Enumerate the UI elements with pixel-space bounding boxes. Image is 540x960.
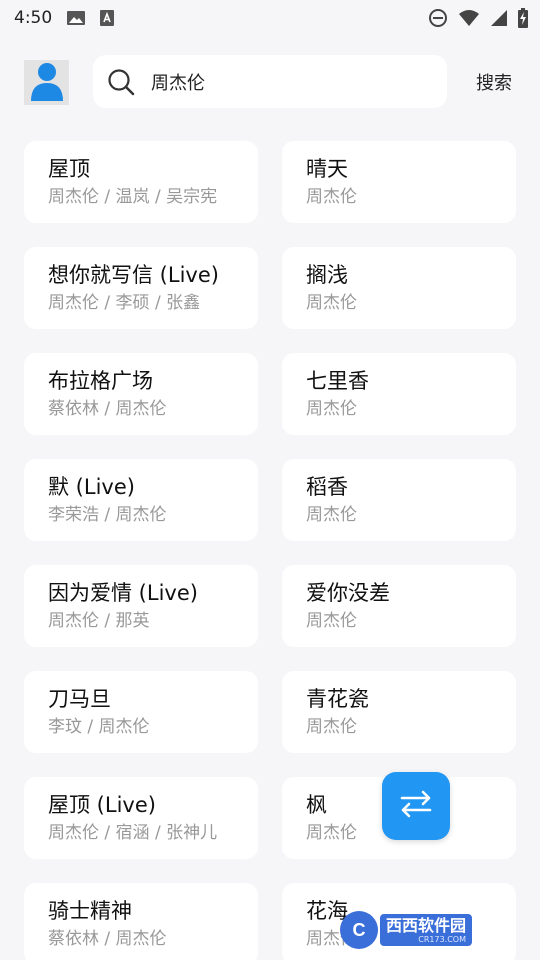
watermark-box: 西西软件园 CR173.COM xyxy=(380,914,473,946)
song-artist: 周杰伦 xyxy=(306,611,357,631)
song-title: 青花瓷 xyxy=(306,687,369,711)
watermark: C 西西软件园 CR173.COM xyxy=(340,910,522,950)
song-card[interactable]: 想你就写信 (Live) 周杰伦 / 李硕 / 张鑫 xyxy=(24,247,258,329)
avatar[interactable] xyxy=(24,60,69,105)
song-artist: 周杰伦 xyxy=(306,293,357,313)
watermark-text: 西西软件园 xyxy=(386,915,467,935)
song-card[interactable]: 七里香 周杰伦 xyxy=(282,353,516,435)
song-card[interactable]: 布拉格广场 蔡依林 / 周杰伦 xyxy=(24,353,258,435)
song-title: 稻香 xyxy=(306,475,348,499)
song-title: 屋顶 (Live) xyxy=(48,793,156,817)
song-title: 骑士精神 xyxy=(48,899,132,923)
wifi-icon xyxy=(458,9,480,27)
search-icon xyxy=(107,68,135,96)
song-artist: 周杰伦 xyxy=(306,717,357,737)
song-artist: 李荣浩 / 周杰伦 xyxy=(48,505,167,525)
song-artist: 周杰伦 / 李硕 / 张鑫 xyxy=(48,293,201,313)
swap-arrows-icon xyxy=(396,784,436,828)
song-artist: 蔡依林 / 周杰伦 xyxy=(48,399,167,419)
song-title: 晴天 xyxy=(306,157,348,181)
status-time: 4:50 xyxy=(14,8,53,28)
song-card[interactable]: 爱你没差 周杰伦 xyxy=(282,565,516,647)
song-artist: 蔡依林 / 周杰伦 xyxy=(48,929,167,949)
search-value: 周杰伦 xyxy=(151,72,205,94)
text-a-icon xyxy=(98,10,118,26)
song-title: 屋顶 xyxy=(48,157,90,181)
song-card[interactable]: 因为爱情 (Live) 周杰伦 / 那英 xyxy=(24,565,258,647)
song-artist: 周杰伦 xyxy=(306,399,357,419)
song-artist: 周杰伦 xyxy=(306,187,357,207)
song-title: 因为爱情 (Live) xyxy=(48,581,198,605)
status-bar: 4:50 xyxy=(0,0,540,36)
search-input[interactable]: 周杰伦 xyxy=(93,55,447,108)
song-card[interactable]: 刀马旦 李玟 / 周杰伦 xyxy=(24,671,258,753)
user-icon xyxy=(30,61,64,105)
battery-charging-icon xyxy=(518,8,528,28)
signal-icon xyxy=(490,9,508,27)
song-card[interactable]: 青花瓷 周杰伦 xyxy=(282,671,516,753)
song-title: 默 (Live) xyxy=(48,475,135,499)
song-card[interactable]: 骑士精神 蔡依林 / 周杰伦 xyxy=(24,883,258,960)
song-card[interactable]: 搁浅 周杰伦 xyxy=(282,247,516,329)
song-card[interactable]: 屋顶 周杰伦 / 温岚 / 吴宗宪 xyxy=(24,141,258,223)
watermark-url: CR173.COM xyxy=(418,934,467,944)
do-not-disturb-icon xyxy=(428,8,448,28)
song-title: 搁浅 xyxy=(306,263,348,287)
watermark-logo-icon: C xyxy=(340,911,378,949)
song-artist: 周杰伦 / 宿涵 / 张神儿 xyxy=(48,823,218,843)
image-icon xyxy=(66,10,86,26)
song-artist: 周杰伦 xyxy=(306,505,357,525)
song-card[interactable]: 稻香 周杰伦 xyxy=(282,459,516,541)
song-artist: 李玟 / 周杰伦 xyxy=(48,717,150,737)
status-icons xyxy=(428,8,528,28)
song-title: 爱你没差 xyxy=(306,581,390,605)
song-title: 布拉格广场 xyxy=(48,369,153,393)
song-card[interactable]: 晴天 周杰伦 xyxy=(282,141,516,223)
search-button[interactable]: 搜索 xyxy=(466,66,522,98)
song-title: 刀马旦 xyxy=(48,687,111,711)
song-card[interactable]: 默 (Live) 李荣浩 / 周杰伦 xyxy=(24,459,258,541)
song-title: 七里香 xyxy=(306,369,369,393)
song-artist: 周杰伦 / 那英 xyxy=(48,611,150,631)
swap-button[interactable] xyxy=(382,772,450,840)
song-artist: 周杰伦 / 温岚 / 吴宗宪 xyxy=(48,187,218,207)
song-title: 想你就写信 (Live) xyxy=(48,263,219,287)
song-card[interactable]: 屋顶 (Live) 周杰伦 / 宿涵 / 张神儿 xyxy=(24,777,258,859)
